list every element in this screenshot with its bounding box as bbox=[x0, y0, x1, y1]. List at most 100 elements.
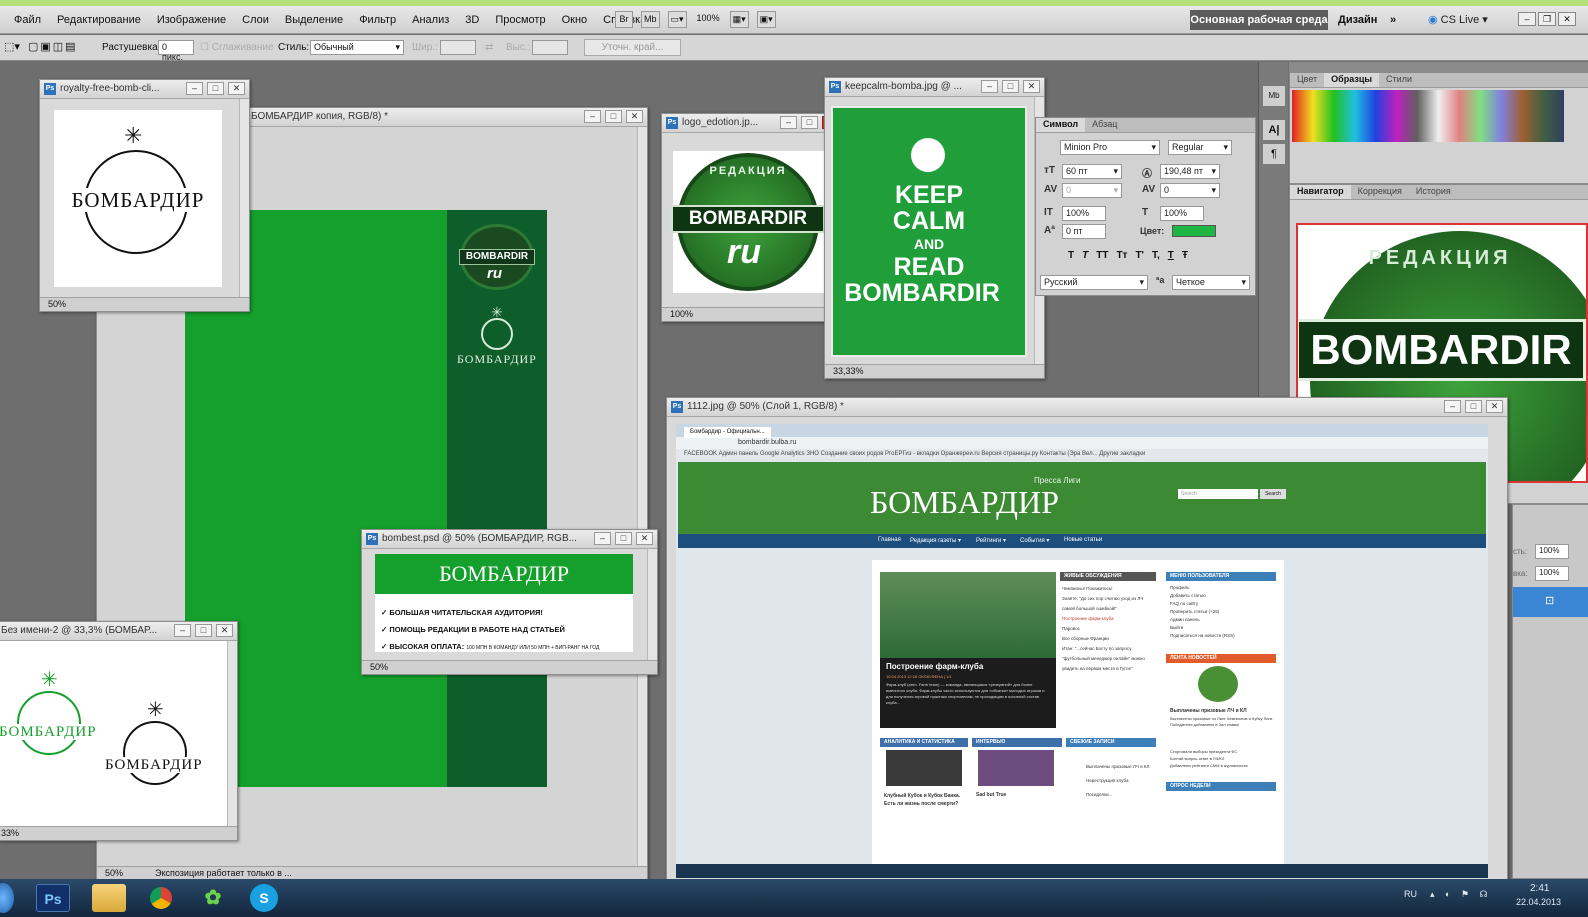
close-icon[interactable]: ✕ bbox=[626, 110, 643, 123]
bombest-window[interactable]: Ps bombest.psd @ 50% (БОМБАРДИР, RGB... … bbox=[361, 529, 658, 675]
all-caps-button[interactable]: TT bbox=[1096, 250, 1108, 261]
keepcalm-window[interactable]: Ps keepcalm-bomba.jpg @ ... – □ ✕ KEEP CAL… bbox=[824, 77, 1045, 379]
website-screenshot[interactable]: Бомбардир - Официальн... bombardir.bulba… bbox=[676, 424, 1488, 878]
baseline-shift-input[interactable]: 0 пт bbox=[1062, 224, 1106, 239]
maximize-icon[interactable]: □ bbox=[1002, 80, 1019, 93]
chrome-taskbar-icon[interactable] bbox=[144, 884, 178, 912]
menu-view[interactable]: Просмотр bbox=[487, 14, 553, 26]
width-input[interactable] bbox=[440, 40, 476, 55]
restore-icon[interactable]: ❐ bbox=[1538, 12, 1556, 26]
canvas-area[interactable]: ✳ БОМБАРДИР bbox=[54, 110, 222, 287]
tab-navigator[interactable]: Навигатор bbox=[1290, 185, 1351, 199]
superscript-button[interactable]: T' bbox=[1135, 250, 1144, 261]
swatch-grid[interactable] bbox=[1292, 90, 1564, 142]
refine-edge-button[interactable]: Уточн. край... bbox=[584, 39, 681, 56]
close-icon[interactable]: ✕ bbox=[636, 532, 653, 545]
subscript-button[interactable]: T, bbox=[1152, 250, 1160, 261]
tab-color[interactable]: Цвет bbox=[1290, 73, 1324, 87]
icq-taskbar-icon[interactable]: ✿ bbox=[196, 884, 230, 912]
menu-analysis[interactable]: Анализ bbox=[404, 14, 457, 26]
royalty-bomb-window[interactable]: Ps royalty-free-bomb-cli... – □ ✕ ✳ БОМБАР… bbox=[39, 79, 250, 312]
underline-button[interactable]: T bbox=[1168, 250, 1174, 261]
character-panel-icon[interactable]: A| bbox=[1263, 120, 1285, 140]
minimize-icon[interactable]: – bbox=[186, 82, 203, 95]
minimize-icon[interactable]: – bbox=[174, 624, 191, 637]
screen-mode-icon[interactable]: ▣▾ bbox=[756, 11, 776, 28]
horizontal-scale-input[interactable]: 100% bbox=[1160, 206, 1204, 221]
menu-select[interactable]: Выделение bbox=[277, 14, 351, 26]
logo-edition-window[interactable]: Ps logo_edotion.jp... –□✕ РЕДАКЦИЯ BOMBA… bbox=[661, 113, 844, 322]
opacity-input[interactable]: 100% bbox=[1535, 544, 1569, 559]
minimize-icon[interactable]: – bbox=[1518, 12, 1536, 26]
menu-file[interactable]: Файл bbox=[6, 14, 49, 26]
window-titlebar[interactable]: Ps keepcalm-bomba.jpg @ ... – □ ✕ bbox=[825, 78, 1044, 97]
paragraph-panel-icon[interactable]: ¶ bbox=[1263, 144, 1285, 164]
bridge-icon[interactable]: Br bbox=[615, 11, 633, 28]
view-extras-icon[interactable]: ▭▾ bbox=[667, 11, 687, 28]
text-color-swatch[interactable] bbox=[1172, 225, 1216, 237]
tab-adjustments[interactable]: Коррекция bbox=[1351, 185, 1409, 199]
clock-time[interactable]: 2:41 bbox=[1530, 883, 1549, 894]
faux-bold-button[interactable]: T bbox=[1068, 250, 1074, 261]
workspace-main-button[interactable]: Основная рабочая среда bbox=[1190, 10, 1328, 30]
tab-character[interactable]: Символ bbox=[1036, 118, 1086, 132]
tab-swatches[interactable]: Образцы bbox=[1324, 73, 1380, 87]
tab-history[interactable]: История bbox=[1409, 185, 1458, 199]
window-titlebar[interactable]: Ps royalty-free-bomb-cli... – □ ✕ bbox=[40, 80, 249, 99]
canvas-area[interactable]: ✳ БОМБАРДИР ✳ БОМБАРДИР bbox=[0, 641, 227, 828]
font-size-input[interactable]: 60 пт ▾ bbox=[1062, 164, 1122, 179]
strikethrough-button[interactable]: Ŧ bbox=[1182, 250, 1188, 261]
mini-bridge-panel-icon[interactable]: Mb bbox=[1263, 86, 1285, 106]
close-icon[interactable]: ✕ bbox=[228, 82, 245, 95]
close-icon[interactable]: ✕ bbox=[1023, 80, 1040, 93]
font-style-select[interactable]: Regular ▾ bbox=[1168, 140, 1232, 155]
close-icon[interactable]: ✕ bbox=[1486, 400, 1503, 413]
tab-paragraph[interactable]: Абзац bbox=[1085, 118, 1124, 132]
faux-italic-button[interactable]: T bbox=[1082, 250, 1088, 261]
vertical-scrollbar[interactable] bbox=[239, 99, 249, 297]
menu-edit[interactable]: Редактирование bbox=[49, 14, 149, 26]
marquee-tool-icon[interactable]: ⬚▾ bbox=[4, 40, 20, 53]
clock-date[interactable]: 22.04.2013 bbox=[1516, 897, 1561, 907]
arrange-documents-icon[interactable]: ▦▾ bbox=[729, 11, 749, 28]
style-select[interactable]: Обычный ▾ bbox=[310, 40, 404, 55]
zoom-level-dropdown[interactable]: 100% bbox=[695, 11, 722, 28]
tab-styles[interactable]: Стили bbox=[1379, 73, 1419, 87]
minimize-icon[interactable]: – bbox=[584, 110, 601, 123]
window-titlebar[interactable]: Ps bombest.psd @ 50% (БОМБАРДИР, RGB... … bbox=[362, 530, 657, 549]
workspace-more-button[interactable]: » bbox=[1390, 10, 1396, 30]
vertical-scrollbar[interactable] bbox=[637, 127, 647, 866]
menu-3d[interactable]: 3D bbox=[457, 14, 487, 26]
canvas-area[interactable]: БОМБАРДИР ✓ БОЛЬШАЯ ЧИТАТЕЛЬСКАЯ АУДИТОР… bbox=[375, 554, 633, 652]
antialias-checkbox[interactable]: ☐ Сглаживание bbox=[200, 42, 274, 53]
skype-taskbar-icon[interactable]: S bbox=[250, 884, 278, 912]
menu-layers[interactable]: Слои bbox=[234, 14, 277, 26]
zoom-value[interactable]: 100% bbox=[670, 309, 693, 319]
window-titlebar[interactable]: Ps logo_edotion.jp... –□✕ bbox=[662, 114, 843, 133]
height-input[interactable] bbox=[532, 40, 568, 55]
close-icon[interactable]: ✕ bbox=[1558, 12, 1576, 26]
workspace-design-button[interactable]: Дизайн bbox=[1338, 10, 1377, 30]
leading-input[interactable]: 190,48 пт ▾ bbox=[1160, 164, 1220, 179]
canvas-area[interactable]: РЕДАКЦИЯ BOMBARDIR ru bbox=[671, 151, 825, 293]
minimize-icon[interactable]: – bbox=[981, 80, 998, 93]
vertical-scrollbar[interactable] bbox=[647, 549, 657, 660]
close-icon[interactable]: ✕ bbox=[216, 624, 233, 637]
vertical-scrollbar[interactable] bbox=[227, 641, 237, 826]
maximize-icon[interactable]: □ bbox=[615, 532, 632, 545]
maximize-icon[interactable]: □ bbox=[801, 116, 818, 129]
cs-live-button[interactable]: ◉ CS Live ▾ bbox=[1428, 10, 1488, 30]
zoom-value[interactable]: 50% bbox=[370, 662, 388, 672]
language-indicator[interactable]: RU bbox=[1404, 889, 1417, 899]
swap-icon[interactable]: ⇄ bbox=[485, 42, 493, 53]
kerning-input[interactable]: 0 ▾ bbox=[1062, 183, 1122, 198]
explorer-taskbar-icon[interactable] bbox=[92, 884, 126, 912]
maximize-icon[interactable]: □ bbox=[195, 624, 212, 637]
minimize-icon[interactable]: – bbox=[594, 532, 611, 545]
minimize-icon[interactable]: – bbox=[780, 116, 797, 129]
fill-input[interactable]: 100% bbox=[1535, 566, 1569, 581]
zoom-value[interactable]: 33,33% bbox=[833, 366, 864, 376]
zoom-value[interactable]: 50% bbox=[105, 868, 123, 878]
maximize-icon[interactable]: □ bbox=[207, 82, 224, 95]
feather-input[interactable]: 0 пикс. bbox=[158, 40, 194, 62]
